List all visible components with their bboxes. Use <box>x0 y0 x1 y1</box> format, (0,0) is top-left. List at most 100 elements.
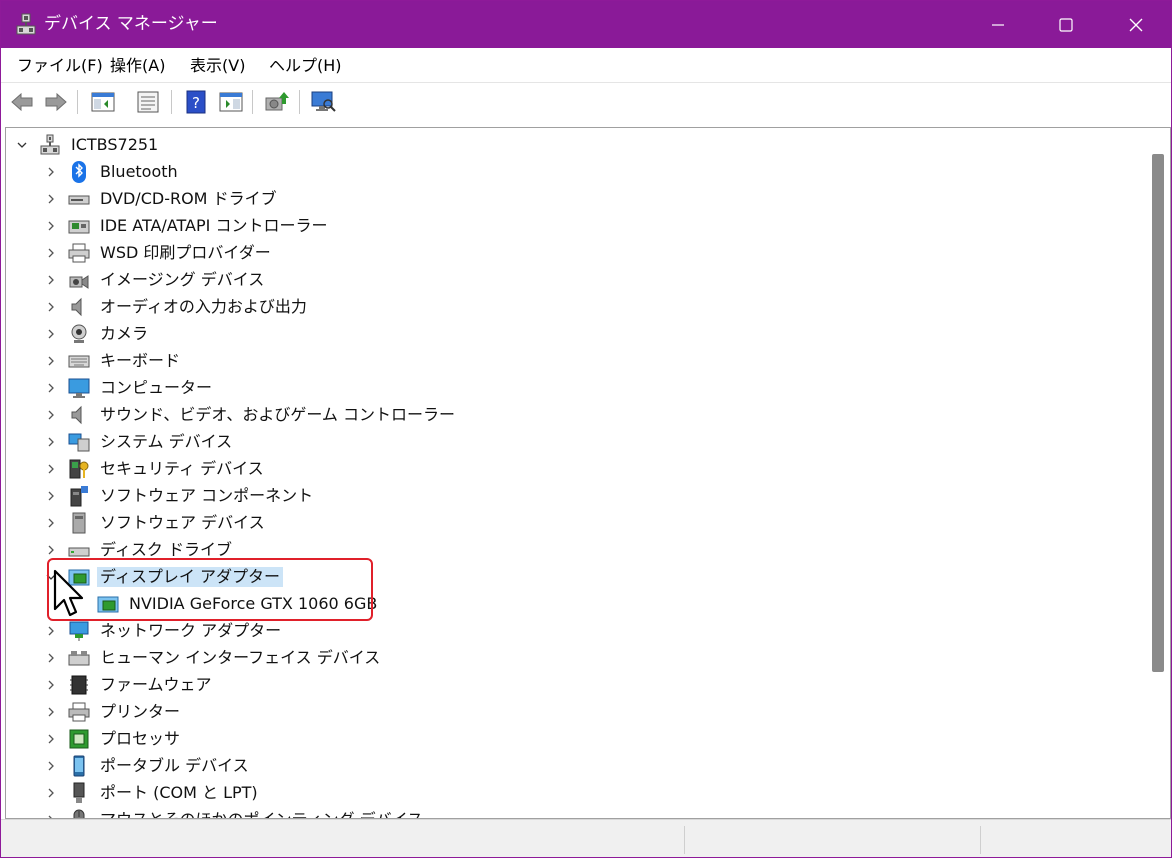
tree-category-item[interactable]: ポート (COM と LPT) <box>6 780 1146 807</box>
tree-category-item[interactable]: システム デバイス <box>6 429 1146 456</box>
computer-root-icon <box>40 134 60 155</box>
properties-button[interactable] <box>135 89 161 115</box>
tree-item-label: DVD/CD-ROM ドライブ <box>100 189 277 208</box>
chevron-right-icon[interactable] <box>44 651 58 665</box>
show-hide-console-tree-button[interactable] <box>90 89 116 115</box>
chevron-right-icon[interactable] <box>44 165 58 179</box>
tree-category-item[interactable]: マウスとそのほかのポインティング デバイス <box>6 807 1146 818</box>
chevron-down-icon[interactable] <box>15 138 29 152</box>
tree-item-label: ヒューマン インターフェイス デバイス <box>100 648 381 667</box>
chevron-right-icon[interactable] <box>44 543 58 557</box>
chevron-right-icon[interactable] <box>44 327 58 341</box>
tree-item-label: ディスク ドライブ <box>100 540 232 559</box>
tree-category-item[interactable]: ポータブル デバイス <box>6 753 1146 780</box>
tree-category-item[interactable]: ソフトウェア デバイス <box>6 510 1146 537</box>
update-driver-button[interactable] <box>264 89 290 115</box>
action-pane-icon <box>219 92 243 112</box>
tree-category-item[interactable]: ソフトウェア コンポーネント <box>6 483 1146 510</box>
chevron-right-icon[interactable] <box>44 678 58 692</box>
chevron-right-icon[interactable] <box>44 273 58 287</box>
tree-category-item[interactable]: プロセッサ <box>6 726 1146 753</box>
portable-device-icon <box>73 755 85 777</box>
tree-category-item[interactable]: ヒューマン インターフェイス デバイス <box>6 645 1146 672</box>
chevron-right-icon[interactable] <box>44 462 58 476</box>
chevron-right-icon[interactable] <box>44 516 58 530</box>
tree-category-item[interactable]: サウンド、ビデオ、およびゲーム コントローラー <box>6 402 1146 429</box>
tree-item-label: WSD 印刷プロバイダー <box>100 243 271 262</box>
properties-icon <box>137 91 159 113</box>
processor-icon <box>69 729 89 749</box>
chevron-right-icon[interactable] <box>44 354 58 368</box>
title-bar[interactable]: デバイス マネージャー <box>1 1 1171 48</box>
chevron-right-icon[interactable] <box>44 732 58 746</box>
tree-item-label: イメージング デバイス <box>100 270 265 289</box>
menu-action[interactable]: 操作(A) <box>110 56 165 76</box>
chevron-right-icon[interactable] <box>44 435 58 449</box>
chevron-right-icon[interactable] <box>44 381 58 395</box>
hid-icon <box>68 651 90 666</box>
chevron-right-icon[interactable] <box>44 705 58 719</box>
help-button[interactable]: ? <box>183 89 209 115</box>
tree-category-item[interactable]: コンピューター <box>6 375 1146 402</box>
close-button[interactable] <box>1101 1 1171 48</box>
help-book-icon: ? <box>186 90 206 114</box>
tree-category-item[interactable]: IDE ATA/ATAPI コントローラー <box>6 213 1146 240</box>
chevron-right-icon[interactable] <box>44 219 58 233</box>
svg-text:?: ? <box>192 94 200 112</box>
chevron-right-icon[interactable] <box>44 786 58 800</box>
tree-item-label: IDE ATA/ATAPI コントローラー <box>100 216 328 235</box>
menu-view[interactable]: 表示(V) <box>190 56 245 76</box>
chevron-right-icon[interactable] <box>44 300 58 314</box>
device-manager-window: デバイス マネージャー ファイル(F) 操作(A) 表示(V) ヘルプ(H) ?… <box>0 0 1172 858</box>
tree-item-label: プロセッサ <box>100 729 181 748</box>
chevron-right-icon[interactable] <box>44 624 58 638</box>
minimize-button[interactable] <box>963 1 1033 48</box>
tree-category-item[interactable]: ファームウェア <box>6 672 1146 699</box>
status-bar <box>1 819 1171 857</box>
vertical-scrollbar[interactable] <box>1148 127 1171 819</box>
speaker-icon <box>71 405 82 425</box>
tree-item-label: オーディオの入力および出力 <box>100 297 307 316</box>
tree-category-item[interactable]: ネットワーク アダプター <box>6 618 1146 645</box>
minimize-icon <box>992 23 1004 26</box>
chevron-right-icon[interactable] <box>44 246 58 260</box>
tree-category-item[interactable]: DVD/CD-ROM ドライブ <box>6 186 1146 213</box>
menu-file[interactable]: ファイル(F) <box>17 56 103 76</box>
tree-category-item[interactable]: カメラ <box>6 321 1146 348</box>
chevron-right-icon[interactable] <box>44 759 58 773</box>
scrollbar-thumb[interactable] <box>1152 154 1164 672</box>
tree-category-item[interactable]: キーボード <box>6 348 1146 375</box>
chevron-right-icon[interactable] <box>44 408 58 422</box>
device-tree[interactable]: ICTBS7251 Bluetooth DVD/CD-ROM ドライブ IDE AT… <box>5 127 1148 819</box>
tree-item-label: ネットワーク アダプター <box>100 621 282 640</box>
toolbar: ? <box>1 82 1171 120</box>
scan-hardware-button[interactable] <box>310 89 336 115</box>
tree-item-label: システム デバイス <box>100 432 233 451</box>
tree-item-label: ポート (COM と LPT) <box>100 783 258 802</box>
forward-button[interactable] <box>43 89 69 115</box>
tree-category-item[interactable]: イメージング デバイス <box>6 267 1146 294</box>
port-icon <box>73 782 85 803</box>
ide-controller-icon <box>68 220 90 234</box>
maximize-icon <box>1059 17 1073 32</box>
forward-arrow-icon <box>45 92 67 112</box>
tree-category-item[interactable]: オーディオの入力および出力 <box>6 294 1146 321</box>
firmware-chip-icon <box>70 675 88 695</box>
back-button[interactable] <box>9 89 35 115</box>
maximize-button[interactable] <box>1031 1 1101 48</box>
chevron-right-icon[interactable] <box>44 489 58 503</box>
tree-item-label: マウスとそのほかのポインティング デバイス <box>100 810 423 818</box>
chevron-right-icon[interactable] <box>44 192 58 206</box>
webcam-icon <box>71 324 87 343</box>
action-pane-button[interactable] <box>218 89 244 115</box>
console-tree-icon <box>91 92 115 112</box>
tree-category-item[interactable]: Bluetooth <box>6 159 1146 186</box>
device-manager-app-icon <box>16 13 36 35</box>
tree-item-label: ポータブル デバイス <box>100 756 249 775</box>
keyboard-icon <box>68 355 90 368</box>
menu-help[interactable]: ヘルプ(H) <box>269 56 342 76</box>
tree-category-item[interactable]: WSD 印刷プロバイダー <box>6 240 1146 267</box>
tree-category-item[interactable]: プリンター <box>6 699 1146 726</box>
tree-root[interactable]: ICTBS7251 <box>6 132 1146 159</box>
tree-category-item[interactable]: セキュリティ デバイス <box>6 456 1146 483</box>
